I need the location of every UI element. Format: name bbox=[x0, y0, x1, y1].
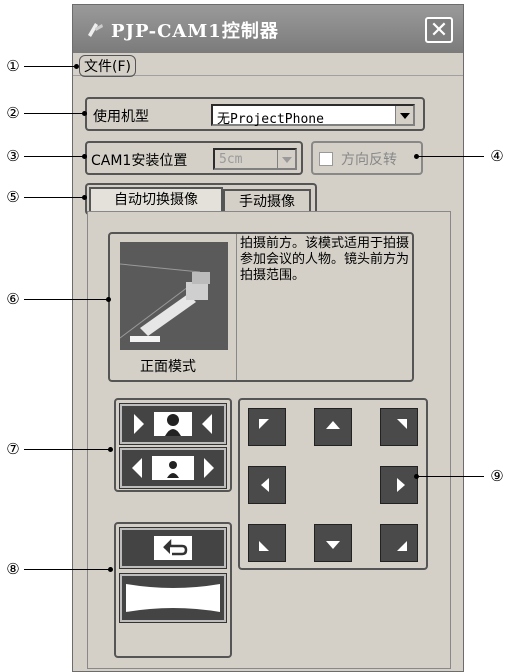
tab-manual-label: 手动摄像 bbox=[239, 194, 295, 210]
panorama-icon bbox=[126, 584, 220, 612]
special-group bbox=[114, 522, 232, 658]
zoom-in-button[interactable] bbox=[119, 403, 227, 445]
callout-line-3 bbox=[24, 156, 84, 157]
pan-left-button[interactable] bbox=[248, 466, 286, 504]
rotate-return-icon bbox=[154, 536, 192, 560]
arrow-down-right-icon bbox=[397, 541, 407, 551]
model-label: 使用机型 bbox=[93, 109, 149, 125]
callout-5: ⑤ bbox=[6, 188, 20, 206]
model-select-value: 无ProjectPhone bbox=[217, 112, 324, 127]
model-group: 使用机型 无ProjectPhone bbox=[85, 97, 425, 131]
callout-2: ② bbox=[6, 104, 20, 122]
arrow-up-right-icon bbox=[397, 419, 407, 429]
callout-dot-6 bbox=[106, 297, 111, 302]
menu-bar: 文件(F) bbox=[73, 53, 463, 77]
callout-dot-5 bbox=[82, 195, 87, 200]
callout-dot-9 bbox=[414, 474, 419, 479]
arrow-up-left-icon bbox=[259, 419, 269, 429]
install-group: CAM1安装位置 5cm bbox=[85, 141, 303, 175]
callout-dot-1 bbox=[74, 64, 79, 69]
mode-divider bbox=[236, 234, 237, 380]
window-title: PJP-CAM1控制器 bbox=[111, 21, 279, 42]
callout-line-7 bbox=[24, 449, 110, 450]
callout-9: ⑨ bbox=[490, 467, 504, 485]
arrow-right-icon bbox=[397, 478, 405, 492]
callout-line-9 bbox=[418, 476, 484, 477]
callout-dot-7 bbox=[108, 447, 113, 452]
chevron-down-icon[interactable] bbox=[277, 150, 295, 168]
flip-group: 方向反转 bbox=[311, 141, 423, 175]
tab-auto-label: 自动切换摄像 bbox=[114, 192, 198, 208]
callout-line-1 bbox=[24, 66, 76, 67]
arrow-down-left-icon bbox=[259, 541, 269, 551]
callout-6: ⑥ bbox=[6, 290, 20, 308]
callout-dot-8 bbox=[108, 567, 113, 572]
callout-3: ③ bbox=[6, 147, 20, 165]
close-icon: ✕ bbox=[429, 18, 449, 43]
arrow-left-icon bbox=[261, 478, 269, 492]
zoom-out-button[interactable] bbox=[119, 447, 227, 489]
mode-description: 拍摄前方。该模式适用于拍摄参加会议的人物。镜头前方为拍摄范围。 bbox=[240, 236, 410, 284]
callout-line-6 bbox=[24, 299, 108, 300]
controller-window: PJP-CAM1控制器 ✕ 文件(F) 使用机型 无ProjectPhone C… bbox=[72, 4, 464, 672]
tab-auto[interactable]: 自动切换摄像 bbox=[89, 187, 223, 211]
callout-dot-4 bbox=[414, 154, 419, 159]
pan-down-button[interactable] bbox=[314, 524, 352, 562]
callout-dot-3 bbox=[82, 154, 87, 159]
callout-1: ① bbox=[6, 57, 20, 75]
arrow-up-icon bbox=[326, 421, 340, 429]
rotate-button[interactable] bbox=[119, 527, 227, 569]
pan-down-right-button[interactable] bbox=[380, 524, 418, 562]
close-button[interactable]: ✕ bbox=[425, 17, 453, 43]
model-select[interactable]: 无ProjectPhone bbox=[211, 104, 415, 127]
zoom-out-person-icon bbox=[132, 456, 214, 480]
flip-checkbox[interactable] bbox=[319, 152, 333, 166]
title-bar: PJP-CAM1控制器 ✕ bbox=[73, 5, 463, 53]
callout-dot-2 bbox=[82, 111, 87, 116]
zoom-group bbox=[114, 398, 232, 492]
tab-manual[interactable]: 手动摄像 bbox=[223, 189, 311, 213]
callout-8: ⑧ bbox=[6, 560, 20, 578]
pan-down-left-button[interactable] bbox=[248, 524, 286, 562]
callout-7: ⑦ bbox=[6, 440, 20, 458]
mode-name: 正面模式 bbox=[140, 359, 196, 375]
pan-up-left-button[interactable] bbox=[248, 408, 286, 446]
callout-4: ④ bbox=[490, 147, 504, 165]
pan-up-right-button[interactable] bbox=[380, 408, 418, 446]
callout-line-4 bbox=[418, 156, 484, 157]
install-select[interactable]: 5cm bbox=[213, 148, 297, 170]
callout-line-8 bbox=[24, 569, 110, 570]
menu-file[interactable]: 文件(F) bbox=[79, 55, 136, 77]
zoom-in-person-icon bbox=[134, 412, 212, 436]
direction-pad bbox=[238, 398, 428, 570]
arrow-down-icon bbox=[326, 541, 340, 549]
panorama-button[interactable] bbox=[119, 573, 227, 623]
flip-label: 方向反转 bbox=[341, 152, 397, 168]
tab-panel: 正面模式 拍摄前方。该模式适用于拍摄参加会议的人物。镜头前方为拍摄范围。 bbox=[87, 211, 451, 669]
front-mode-icon[interactable] bbox=[120, 242, 228, 350]
install-select-value: 5cm bbox=[219, 152, 243, 167]
callout-line-2 bbox=[24, 113, 84, 114]
pan-up-button[interactable] bbox=[314, 408, 352, 446]
chevron-down-icon[interactable] bbox=[395, 106, 413, 124]
mode-box: 正面模式 拍摄前方。该模式适用于拍摄参加会议的人物。镜头前方为拍摄范围。 bbox=[108, 232, 414, 382]
callout-line-5 bbox=[24, 197, 84, 198]
install-label: CAM1安装位置 bbox=[91, 153, 188, 169]
pan-right-button[interactable] bbox=[380, 466, 418, 504]
camera-app-icon bbox=[88, 23, 103, 37]
